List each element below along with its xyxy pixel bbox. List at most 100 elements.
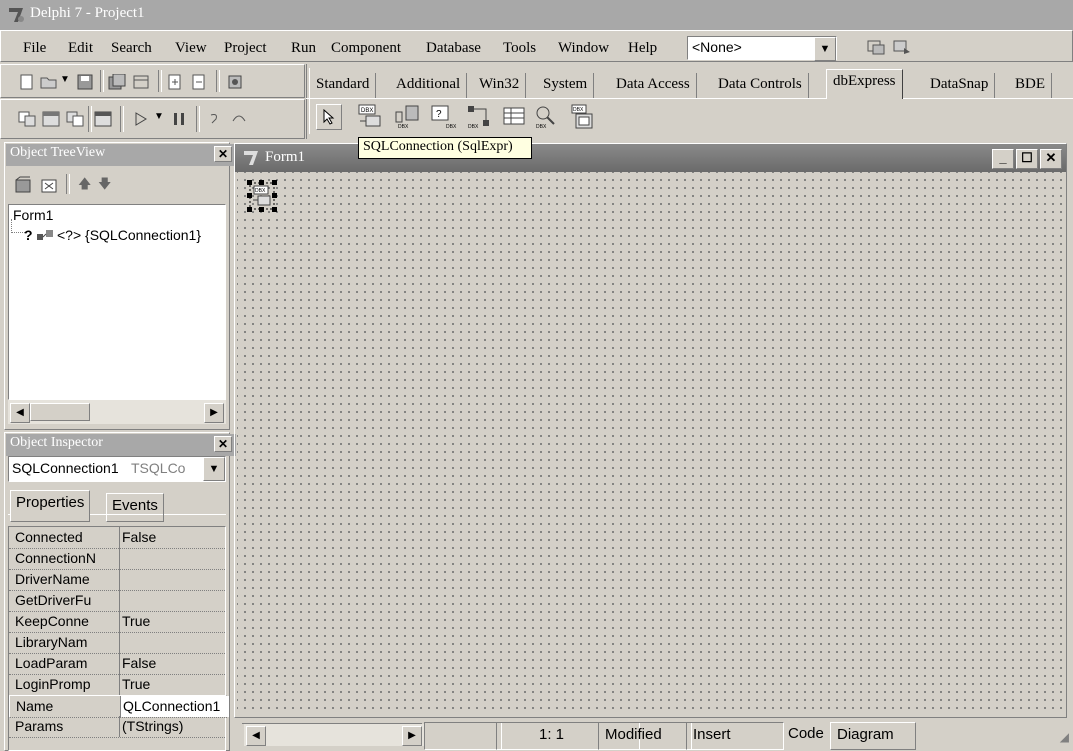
tab-data-controls[interactable]: Data Controls (712, 73, 809, 98)
tab-bde[interactable]: BDE (1009, 73, 1052, 98)
pointer-button[interactable] (316, 104, 342, 130)
delphi-app-icon[interactable] (6, 5, 26, 25)
scroll-right-icon[interactable]: ▶ (204, 403, 224, 423)
sqlquery-icon[interactable]: ? DBX (430, 104, 460, 130)
property-value[interactable]: QLConnection1 (120, 696, 229, 717)
run-icon[interactable] (132, 111, 150, 127)
new-form-icon[interactable] (94, 111, 112, 127)
scroll-left-icon[interactable]: ◀ (246, 726, 266, 746)
chevron-down-icon[interactable]: ▼ (814, 37, 836, 61)
property-row[interactable]: DriverName (9, 569, 225, 591)
menu-database[interactable]: Database (426, 40, 481, 57)
desktop-config-combo[interactable]: <None> ▼ (687, 36, 837, 61)
resize-grip-icon[interactable]: ◢ (1060, 730, 1069, 745)
property-value[interactable] (119, 569, 228, 590)
treeview-hscrollbar[interactable]: ◀ ▶ (8, 400, 226, 424)
property-row[interactable]: GetDriverFu (9, 590, 225, 612)
simpledataset-icon[interactable]: DBX (570, 104, 596, 130)
property-value[interactable]: True (119, 611, 228, 632)
treeview-list[interactable]: Form1 ? <?> {SQLConnection1} (8, 204, 226, 400)
open-project-icon[interactable] (132, 74, 150, 90)
save-all-icon[interactable] (108, 74, 126, 90)
maximize-icon[interactable]: ☐ (1016, 149, 1038, 169)
tab-code[interactable]: Code (776, 722, 824, 748)
tab-additional[interactable]: Additional (390, 73, 468, 98)
menu-project[interactable]: Project (224, 40, 267, 57)
sqlstoredproc-icon[interactable]: DBX (466, 104, 496, 130)
property-row[interactable]: Connected False (9, 527, 225, 549)
save-desktop-icon[interactable] (866, 38, 886, 56)
property-value[interactable] (119, 590, 228, 611)
new-icon[interactable] (18, 74, 36, 90)
sqlmonitor-icon[interactable]: DBX (534, 104, 564, 130)
menu-run[interactable]: Run (291, 40, 316, 57)
scroll-thumb[interactable] (30, 403, 90, 421)
menu-component[interactable]: Component (331, 40, 401, 57)
property-row[interactable]: LoadParam False (9, 653, 225, 675)
property-row[interactable]: LoginPromp True (9, 674, 225, 696)
tab-dbexpress[interactable]: dbExpress (826, 69, 903, 99)
pause-icon[interactable] (170, 111, 188, 127)
scroll-left-icon[interactable]: ◀ (10, 403, 30, 423)
tab-data-access[interactable]: Data Access (610, 73, 697, 98)
menu-tools[interactable]: Tools (503, 40, 536, 57)
open-dropdown-icon[interactable]: ▼ (60, 74, 70, 85)
tab-standard[interactable]: Standard (310, 73, 377, 98)
inspector-close-icon[interactable]: ✕ (214, 436, 232, 452)
menu-view[interactable]: View (175, 40, 207, 57)
view-form-icon[interactable] (42, 111, 60, 127)
tab-datasnap[interactable]: DataSnap (924, 73, 996, 98)
property-value[interactable]: True (119, 674, 228, 695)
tab-win32[interactable]: Win32 (473, 73, 527, 98)
help-contents-icon[interactable] (226, 74, 244, 90)
run-dropdown-icon[interactable]: ▼ (154, 111, 164, 122)
trace-into-icon[interactable] (206, 111, 224, 127)
sqlconnection-component-icon[interactable]: DBX (247, 180, 277, 212)
tab-system[interactable]: System (537, 73, 595, 98)
sqlconnection-icon[interactable]: DBX (358, 104, 386, 130)
menu-help[interactable]: Help (628, 40, 657, 57)
save-icon[interactable] (76, 74, 94, 90)
add-file-icon[interactable] (166, 74, 184, 90)
property-value[interactable] (119, 548, 228, 569)
property-value[interactable] (119, 632, 228, 653)
property-row[interactable]: ConnectionN (9, 548, 225, 570)
inspector-object-combo[interactable]: SQLConnection1 TSQLCo ▼ (8, 456, 226, 482)
tab-properties[interactable]: Properties (10, 490, 91, 522)
move-down-icon[interactable]: 🡇 (98, 175, 111, 197)
delete-item-icon[interactable] (40, 176, 60, 194)
tab-diagram[interactable]: Diagram (830, 722, 916, 750)
property-value[interactable]: False (119, 527, 228, 548)
sqldataset-icon[interactable]: DBX (394, 104, 424, 130)
remove-file-icon[interactable] (190, 74, 208, 90)
property-row-selected[interactable]: Name QLConnection1 (9, 695, 229, 718)
property-value[interactable]: (TStrings) (119, 716, 228, 737)
scroll-right-icon[interactable]: ▶ (402, 726, 422, 746)
property-row[interactable]: LibraryNam (9, 632, 225, 654)
step-over-icon[interactable] (230, 111, 248, 127)
menu-edit[interactable]: Edit (68, 40, 93, 57)
chevron-down-icon[interactable]: ▼ (203, 457, 225, 481)
property-row[interactable]: Params (TStrings) (9, 716, 225, 738)
menu-search[interactable]: Search (111, 40, 152, 57)
view-unit-icon[interactable] (18, 111, 36, 127)
form-design-surface[interactable]: DBX (237, 172, 1064, 715)
property-value[interactable]: False (119, 653, 228, 674)
menu-file[interactable]: File (23, 40, 46, 57)
toolbar-separator (66, 174, 70, 194)
new-item-icon[interactable] (14, 176, 34, 194)
open-icon[interactable] (40, 74, 58, 90)
treeview-close-icon[interactable]: ✕ (214, 146, 232, 162)
form-designer-window[interactable]: Form1 _ ☐ ✕ DBX (234, 143, 1067, 718)
tab-events[interactable]: Events (106, 493, 164, 522)
move-up-icon[interactable]: 🡅 (78, 175, 91, 197)
toggle-form-unit-icon[interactable] (66, 111, 84, 127)
sqltable-icon[interactable] (502, 104, 530, 130)
editor-hscrollbar[interactable]: ◀ ▶ (244, 724, 424, 746)
property-row[interactable]: KeepConne True (9, 611, 225, 633)
tree-node-sqlconnection1[interactable]: <?> {SQLConnection1} (57, 227, 201, 243)
minimize-icon[interactable]: _ (992, 149, 1014, 169)
set-debug-desktop-icon[interactable] (892, 38, 912, 56)
close-icon[interactable]: ✕ (1040, 149, 1062, 169)
menu-window[interactable]: Window (558, 40, 609, 57)
